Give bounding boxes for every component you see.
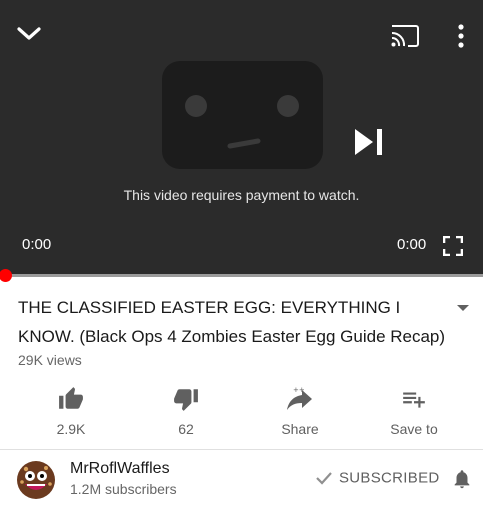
action-bar: 2.9K 62 ++ Share Save to: [0, 382, 483, 442]
thumbs-up-icon: [59, 387, 83, 409]
svg-text:++: ++: [293, 386, 305, 394]
subscribed-label: SUBSCRIBED: [339, 469, 440, 487]
skip-next-icon[interactable]: [354, 128, 384, 161]
current-time: 0:00: [22, 236, 52, 253]
share-label: Share: [281, 421, 319, 437]
thumbs-down-icon: [174, 389, 198, 411]
like-count: 2.9K: [56, 421, 86, 437]
duration: 0:00: [397, 236, 427, 253]
payment-required-message: This video requires payment to watch.: [123, 187, 360, 203]
like-button[interactable]: 2.9K: [16, 382, 126, 437]
check-icon: [316, 472, 332, 485]
video-title: THE CLASSIFIED EASTER EGG: EVERYTHING I …: [18, 298, 446, 346]
dislike-count: 62: [178, 421, 194, 437]
channel-name[interactable]: MrRoflWaffles: [70, 460, 170, 478]
progress-bar[interactable]: [0, 274, 483, 277]
chevron-down-icon[interactable]: [16, 25, 42, 48]
divider: [0, 449, 483, 450]
subscribed-button[interactable]: SUBSCRIBED: [315, 469, 440, 487]
avatar[interactable]: [16, 460, 56, 500]
view-count: 29K views: [18, 352, 82, 368]
dislike-button[interactable]: 62: [131, 382, 241, 437]
scrubber-handle[interactable]: [0, 269, 12, 282]
video-player[interactable]: This video requires payment to watch. 0:…: [0, 0, 483, 276]
save-label: Save to: [390, 421, 438, 437]
notification-bell-icon[interactable]: [451, 466, 473, 497]
more-vert-icon[interactable]: [457, 24, 465, 53]
expand-description-icon[interactable]: [456, 300, 470, 318]
playlist-add-icon: [403, 392, 425, 408]
save-button[interactable]: Save to: [359, 382, 469, 437]
share-button[interactable]: ++ Share: [245, 382, 355, 437]
share-icon: ++: [287, 386, 312, 410]
subscriber-count: 1.2M subscribers: [70, 481, 177, 497]
unavailable-video-icon: [162, 61, 323, 169]
cast-icon[interactable]: [391, 25, 419, 52]
fullscreen-icon[interactable]: [442, 235, 464, 261]
